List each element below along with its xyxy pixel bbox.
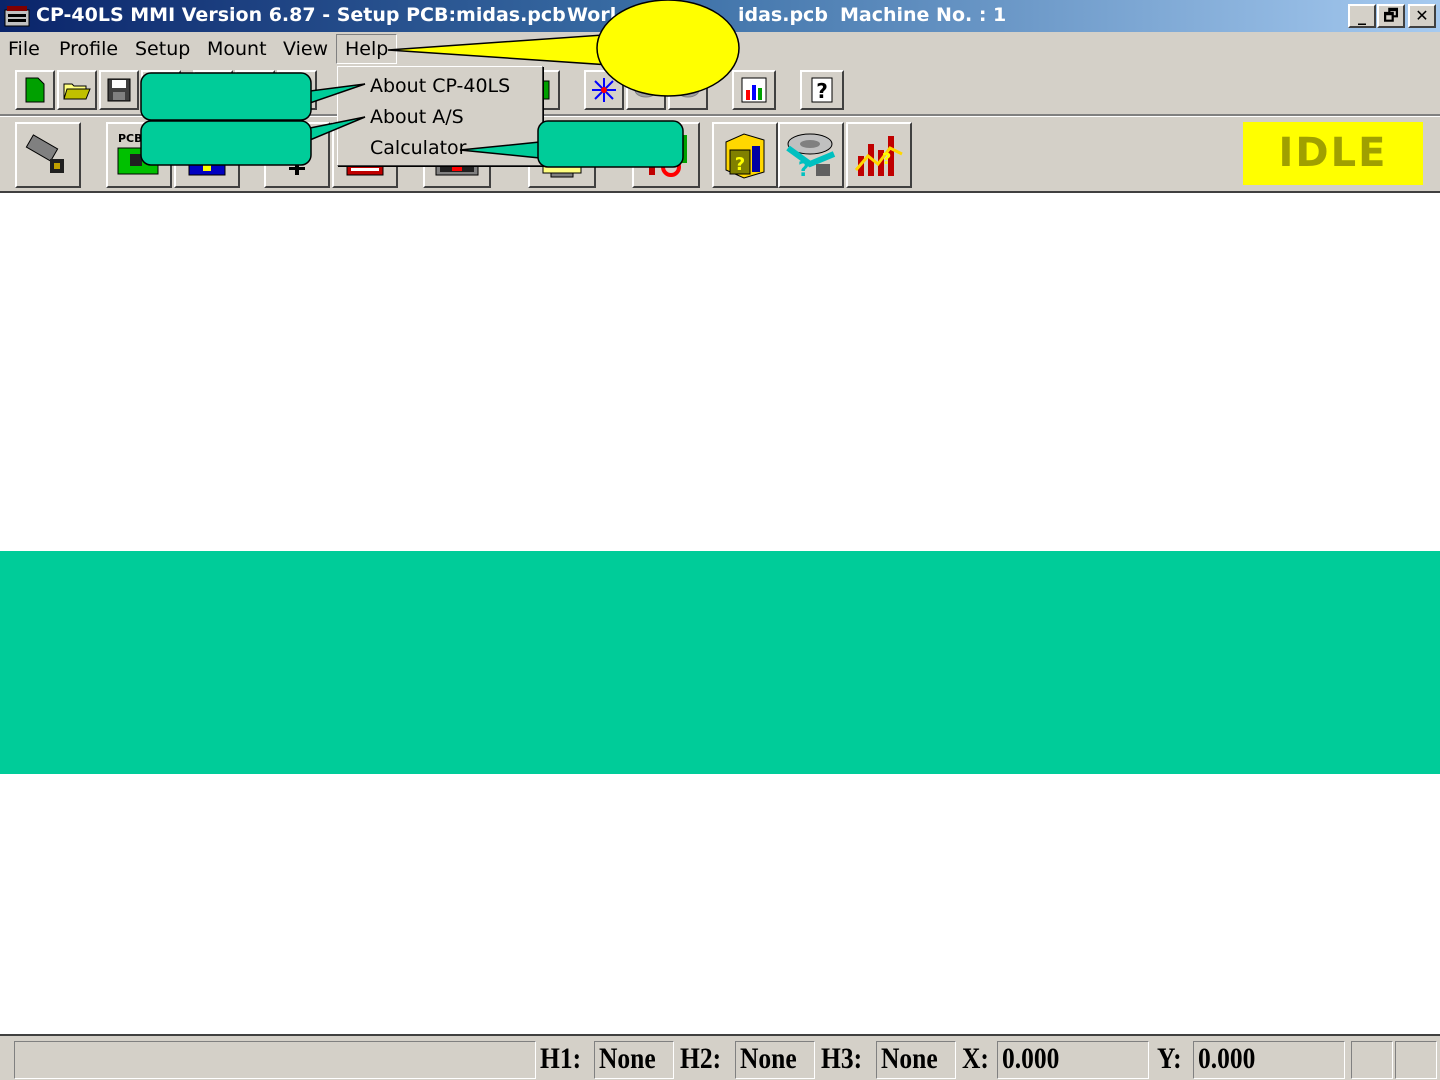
about-as-callout-bubble [140, 120, 312, 166]
about-as-callout-pointer [309, 116, 366, 142]
status-panel-extra-2 [1395, 1041, 1437, 1079]
head2-panel: None [735, 1041, 815, 1079]
help-callout-bubble [596, 0, 740, 97]
head3-panel: None [876, 1041, 956, 1079]
head2-label: H2: [680, 1042, 722, 1075]
status-bar: H1: None H2: None H3: None X: 0.000 Y: 0… [0, 1034, 1440, 1080]
status-message-panel [14, 1041, 536, 1079]
highlight-band [0, 551, 1440, 774]
x-coordinate-panel: 0.000 [997, 1041, 1149, 1079]
head2-value: None [740, 1042, 797, 1075]
calculator-callout-pointer [459, 141, 541, 159]
app-window: CP-40LS MMI Version 6.87 - Setup PCB:mid… [0, 0, 1440, 1080]
head1-value: None [599, 1042, 656, 1075]
status-panel-extra-1 [1351, 1041, 1393, 1079]
x-coordinate-value: 0.000 [1002, 1042, 1060, 1075]
calculator-callout-bubble [537, 120, 684, 168]
about-cp40ls-callout-pointer [309, 83, 366, 105]
head3-value: None [881, 1042, 938, 1075]
head1-panel: None [594, 1041, 674, 1079]
head3-label: H3: [821, 1042, 863, 1075]
callout-overlay [140, 0, 740, 168]
help-callout-pointer [387, 34, 611, 66]
head1-label: H1: [540, 1042, 582, 1075]
y-coordinate-panel: 0.000 [1193, 1041, 1345, 1079]
about-cp40ls-callout-bubble [140, 72, 312, 121]
x-coordinate-label: X: [962, 1042, 989, 1075]
y-coordinate-label: Y: [1157, 1042, 1182, 1075]
y-coordinate-value: 0.000 [1198, 1042, 1256, 1075]
